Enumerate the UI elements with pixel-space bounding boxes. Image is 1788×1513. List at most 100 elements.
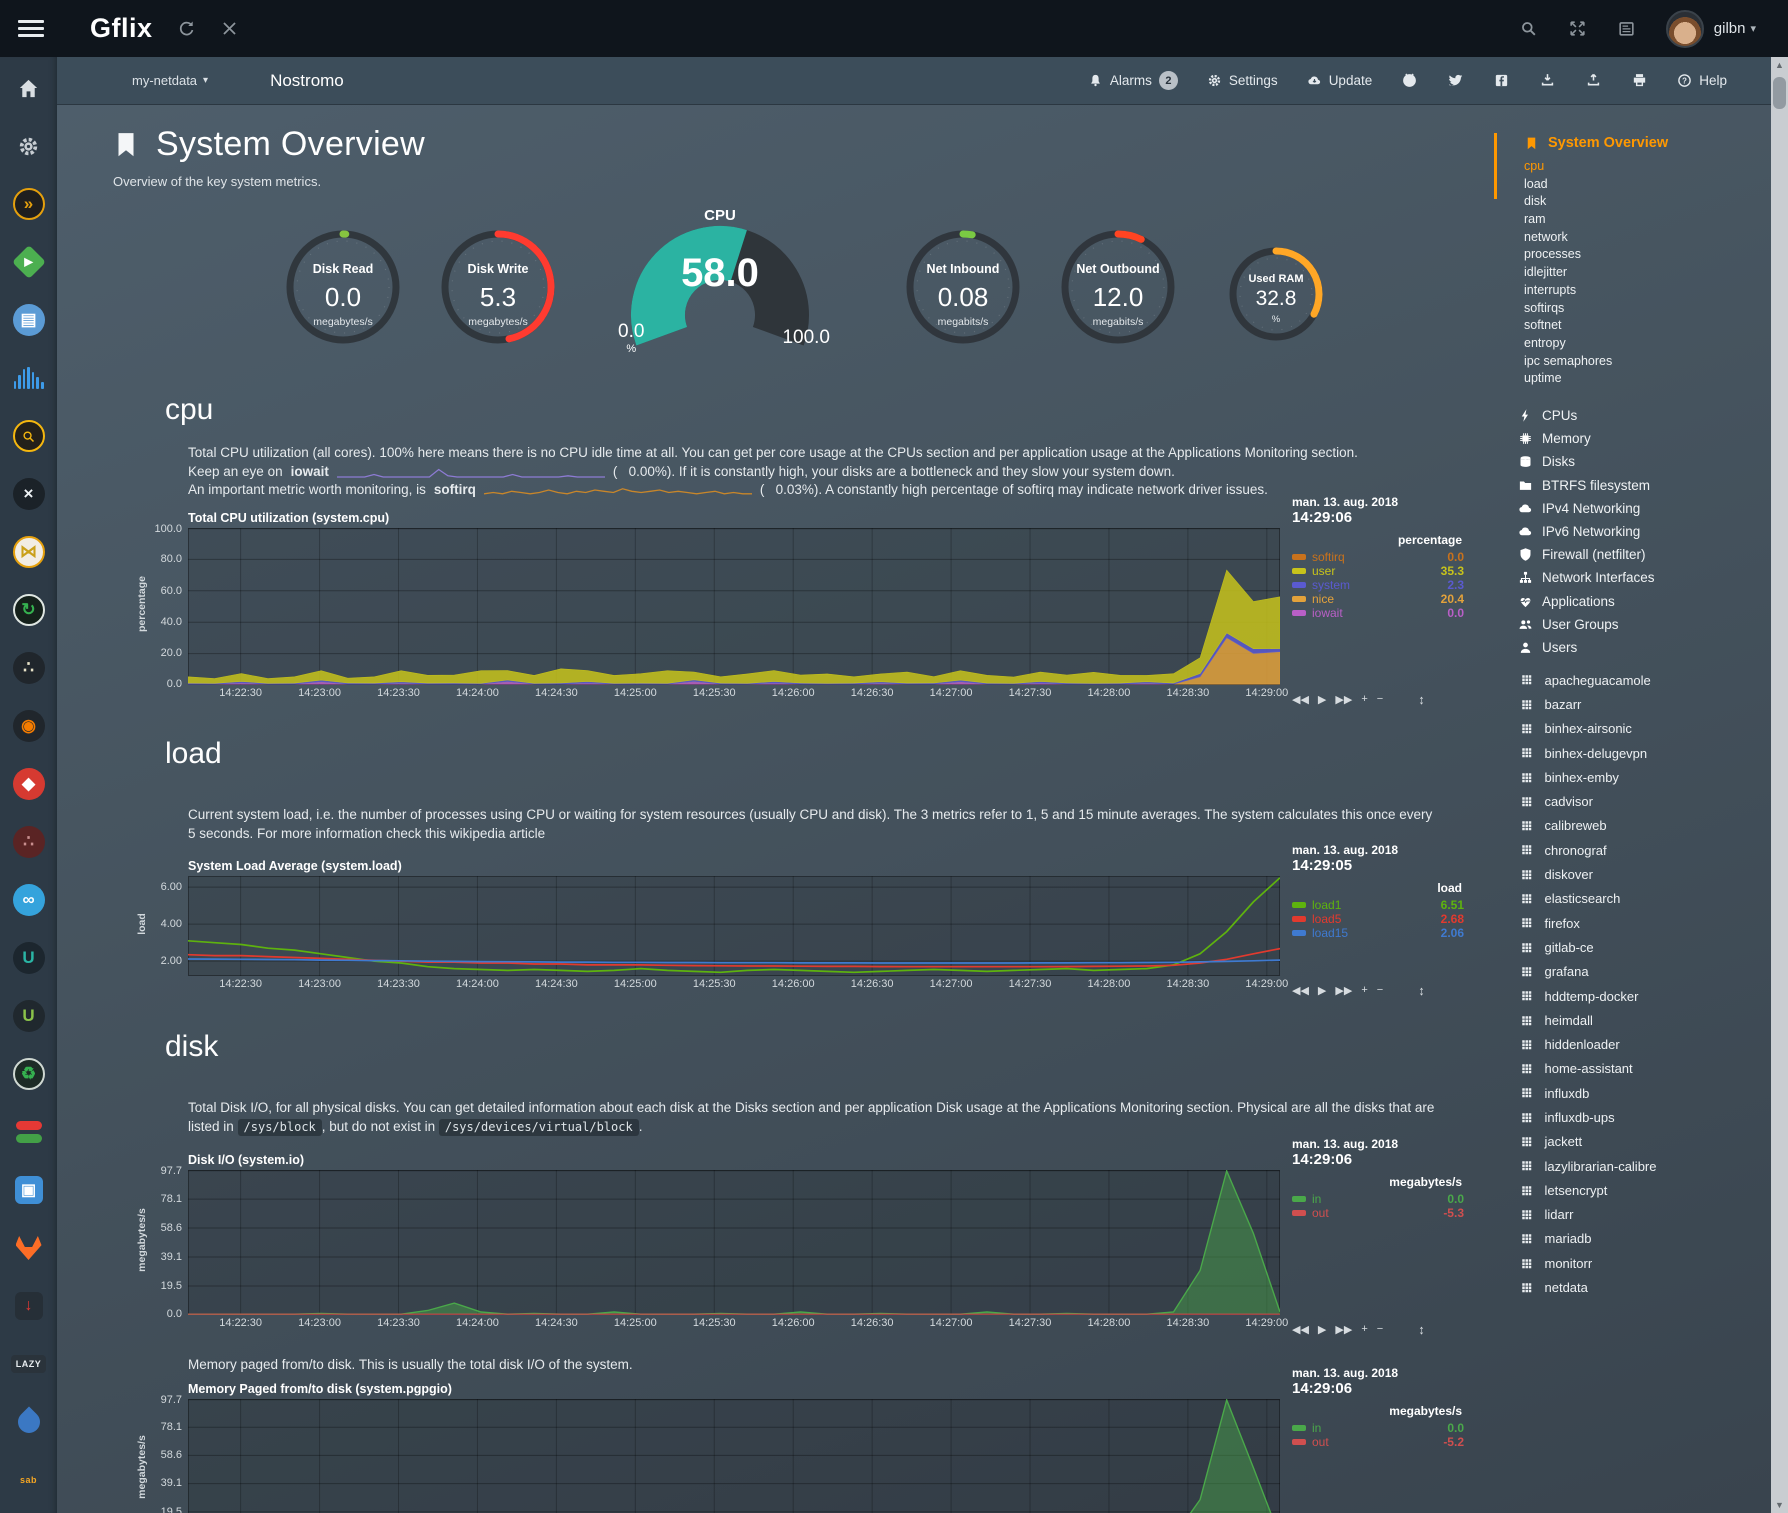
menu-app-chronograf[interactable]: chronograf <box>1490 838 1771 862</box>
menu-app-netdata[interactable]: netdata <box>1490 1275 1771 1299</box>
plex-icon[interactable]: » <box>12 187 46 221</box>
menu-item-cpu[interactable]: cpu <box>1490 158 1771 176</box>
airsonic-icon[interactable] <box>12 361 46 395</box>
menu-app-influxdb[interactable]: influxdb <box>1490 1081 1771 1105</box>
menu-item-interrupts[interactable]: interrupts <box>1490 282 1771 300</box>
menu-section-users[interactable]: Users <box>1490 636 1771 659</box>
menu-app-apacheguacamole[interactable]: apacheguacamole <box>1490 668 1771 692</box>
menu-item-load[interactable]: load <box>1490 176 1771 194</box>
gauge-net-inbound[interactable]: Net Inbound0.08megabits/s <box>901 225 1025 349</box>
hamburger-menu-icon[interactable] <box>18 20 44 38</box>
pan-back-button[interactable]: ◀◀ <box>1292 984 1309 997</box>
green-u-icon[interactable]: U <box>12 999 46 1033</box>
kitana-icon[interactable]: × <box>12 477 46 511</box>
menu-app-hiddenloader[interactable]: hiddenloader <box>1490 1032 1771 1056</box>
settings-gear-icon[interactable] <box>12 129 46 163</box>
server-dropdown[interactable]: my-netdata▾ <box>132 73 208 88</box>
menu-section-firewall-netfilter-[interactable]: Firewall (netfilter) <box>1490 543 1771 566</box>
pan-back-button[interactable]: ◀◀ <box>1292 693 1309 706</box>
zoom-in-button[interactable]: + <box>1361 1323 1367 1335</box>
menu-app-letsencrypt[interactable]: letsencrypt <box>1490 1178 1771 1202</box>
menu-item-idlejitter[interactable]: idlejitter <box>1490 264 1771 282</box>
refresh-icon[interactable] <box>177 19 196 38</box>
menu-section-memory[interactable]: Memory <box>1490 427 1771 450</box>
menu-app-binhex-airsonic[interactable]: binhex-airsonic <box>1490 717 1771 741</box>
search-icon[interactable] <box>1519 19 1538 38</box>
avatar[interactable] <box>1666 10 1704 48</box>
chart-canvas-load[interactable] <box>188 876 1280 976</box>
jackett-icon[interactable] <box>12 419 46 453</box>
menu-app-gitlab-ce[interactable]: gitlab-ce <box>1490 935 1771 959</box>
menu-app-diskover[interactable]: diskover <box>1490 862 1771 886</box>
scroll-thumb[interactable] <box>1773 77 1786 109</box>
menu-app-bazarr[interactable]: bazarr <box>1490 692 1771 716</box>
legend-row-system[interactable]: system2.3 <box>1292 578 1464 592</box>
pills-icon[interactable] <box>12 1115 46 1149</box>
sabnzbd-icon[interactable]: sab <box>12 1463 46 1497</box>
legend-row-load15[interactable]: load152.06 <box>1292 926 1464 940</box>
menu-item-disk[interactable]: disk <box>1490 193 1771 211</box>
import-snapshot-icon[interactable] <box>1585 72 1602 89</box>
legend-row-load1[interactable]: load16.51 <box>1292 898 1464 912</box>
pan-forward-button[interactable]: ▶▶ <box>1335 1323 1352 1336</box>
menu-app-home-assistant[interactable]: home-assistant <box>1490 1057 1771 1081</box>
gauge-net-outbound[interactable]: Net Outbound12.0megabits/s <box>1056 225 1180 349</box>
play-button[interactable]: ▶ <box>1318 984 1326 997</box>
menu-item-softnet[interactable]: softnet <box>1490 317 1771 335</box>
gauge-used-ram[interactable]: Used RAM32.8% <box>1224 242 1328 346</box>
pan-forward-button[interactable]: ▶▶ <box>1335 693 1352 706</box>
resize-handle[interactable]: ↕ <box>1418 983 1425 998</box>
menu-app-jackett[interactable]: jackett <box>1490 1130 1771 1154</box>
downloader-icon[interactable]: ↓ <box>12 1289 46 1323</box>
legend-row-user[interactable]: user35.3 <box>1292 564 1464 578</box>
gauge-disk-read[interactable]: Disk Read0.0megabytes/s <box>281 225 405 349</box>
menu-section-cpus[interactable]: CPUs <box>1490 404 1771 427</box>
changelog-icon[interactable] <box>1617 19 1636 38</box>
menu-section-network-interfaces[interactable]: Network Interfaces <box>1490 566 1771 589</box>
nodes-icon[interactable]: ∴ <box>12 651 46 685</box>
menu-system-overview[interactable]: System Overview <box>1490 135 1771 151</box>
menu-item-processes[interactable]: processes <box>1490 246 1771 264</box>
gauge-cpu[interactable]: CPU58.00.0%100.0 <box>612 211 828 363</box>
fullscreen-icon[interactable] <box>1568 19 1587 38</box>
menu-app-heimdall[interactable]: heimdall <box>1490 1008 1771 1032</box>
twitter-icon[interactable] <box>1447 72 1464 89</box>
legend-row-out[interactable]: out-5.2 <box>1292 1435 1464 1449</box>
update-button[interactable]: Update <box>1307 73 1373 88</box>
menu-item-network[interactable]: network <box>1490 229 1771 247</box>
scroll-down-arrow[interactable]: ▼ <box>1771 1497 1788 1513</box>
red-app-icon[interactable]: ◆ <box>12 767 46 801</box>
menu-app-grafana[interactable]: grafana <box>1490 960 1771 984</box>
legend-row-in[interactable]: in0.0 <box>1292 1192 1464 1206</box>
recycle-green-icon[interactable]: ♻ <box>12 1057 46 1091</box>
menu-app-elasticsearch[interactable]: elasticsearch <box>1490 887 1771 911</box>
user-menu[interactable]: gilbn▾ <box>1666 10 1756 48</box>
page-scrollbar[interactable]: ▲ ▼ <box>1771 57 1788 1513</box>
zoom-out-button[interactable]: − <box>1377 1323 1383 1335</box>
menu-section-btrfs-filesystem[interactable]: BTRFS filesystem <box>1490 474 1771 497</box>
legend-row-load5[interactable]: load52.68 <box>1292 912 1464 926</box>
chart-canvas-disk[interactable] <box>188 1170 1280 1315</box>
legend-row-iowait[interactable]: iowait0.0 <box>1292 606 1464 620</box>
menu-app-influxdb-ups[interactable]: influxdb-ups <box>1490 1105 1771 1129</box>
menu-item-ram[interactable]: ram <box>1490 211 1771 229</box>
menu-app-calibreweb[interactable]: calibreweb <box>1490 814 1771 838</box>
menu-item-softirqs[interactable]: softirqs <box>1490 300 1771 318</box>
play-button[interactable]: ▶ <box>1318 1323 1326 1336</box>
export-snapshot-icon[interactable] <box>1539 72 1556 89</box>
help-button[interactable]: Help <box>1677 73 1727 88</box>
swirl-icon[interactable]: ↻ <box>12 593 46 627</box>
resilio-sync-icon[interactable]: ∞ <box>12 883 46 917</box>
menu-section-user-groups[interactable]: User Groups <box>1490 613 1771 636</box>
menu-app-lazylibrarian-calibre[interactable]: lazylibrarian-calibre <box>1490 1154 1771 1178</box>
home-icon[interactable] <box>12 71 46 105</box>
grafana-icon[interactable]: ◉ <box>12 709 46 743</box>
legend-row-out[interactable]: out-5.3 <box>1292 1206 1464 1220</box>
print-icon[interactable] <box>1631 72 1648 89</box>
zoom-in-button[interactable]: + <box>1361 693 1367 705</box>
mariadb-icon[interactable]: ∴ <box>12 825 46 859</box>
resize-handle[interactable]: ↕ <box>1418 1322 1425 1337</box>
menu-app-lidarr[interactable]: lidarr <box>1490 1203 1771 1227</box>
menu-app-firefox[interactable]: firefox <box>1490 911 1771 935</box>
menu-app-binhex-emby[interactable]: binhex-emby <box>1490 765 1771 789</box>
